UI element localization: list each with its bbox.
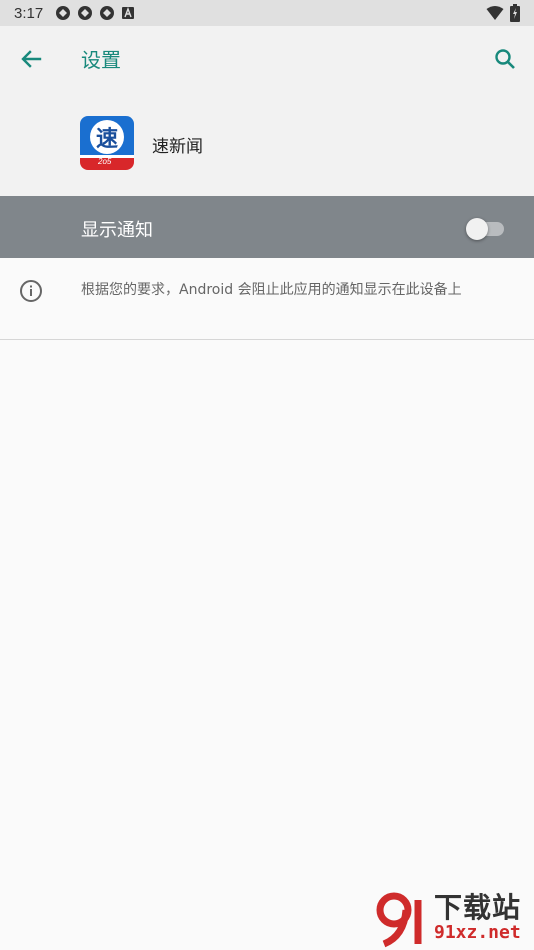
app-icon-glyph: 速 xyxy=(90,120,124,154)
toggle-thumb xyxy=(466,218,488,240)
blocked-info-text: 根据您的要求，Android 会阻止此应用的通知显示在此设备上 xyxy=(81,282,462,298)
info-icon xyxy=(20,280,42,302)
watermark-logo-icon xyxy=(376,892,422,948)
status-bar: 3:17 xyxy=(0,0,534,26)
app-header: 速 2o5 速新闻 xyxy=(0,90,534,196)
a-badge-icon xyxy=(122,7,135,19)
toolbar: 设置 xyxy=(0,26,534,90)
status-system-icons xyxy=(486,4,520,22)
search-icon xyxy=(495,49,515,69)
show-notifications-toggle[interactable] xyxy=(466,217,504,240)
search-button[interactable] xyxy=(490,44,520,74)
sync-icon xyxy=(78,6,93,20)
show-notifications-label: 显示通知 xyxy=(81,220,153,241)
app-icon: 速 2o5 xyxy=(80,116,134,170)
watermark-url: 91xz.net xyxy=(434,922,521,943)
arrow-back-icon xyxy=(21,50,42,68)
sync-icon xyxy=(100,6,115,20)
show-notifications-row[interactable]: 显示通知 xyxy=(0,196,534,258)
watermark: 下载站 91xz.net xyxy=(372,884,532,948)
watermark-title: 下载站 xyxy=(434,891,522,924)
back-button[interactable] xyxy=(16,44,46,74)
wifi-icon xyxy=(486,6,504,20)
page-title: 设置 xyxy=(81,48,121,72)
status-notification-icons xyxy=(55,5,135,21)
blocked-info-row: 根据您的要求，Android 会阻止此应用的通知显示在此设备上 xyxy=(0,258,534,340)
app-icon-sub: 2o5 xyxy=(98,157,112,166)
battery-icon xyxy=(510,4,520,22)
sync-icon xyxy=(56,6,71,20)
app-name: 速新闻 xyxy=(152,137,203,157)
status-time: 3:17 xyxy=(14,4,44,22)
